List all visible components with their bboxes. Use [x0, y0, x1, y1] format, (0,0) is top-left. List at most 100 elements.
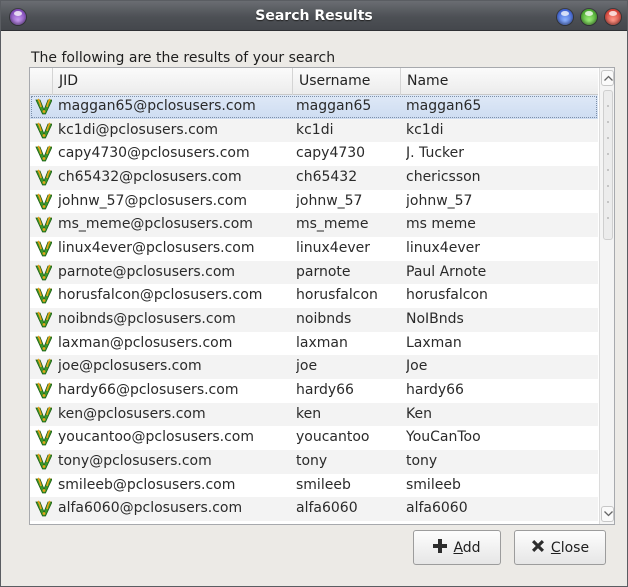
jid-cell: parnote@pclosusers.com	[58, 263, 236, 280]
table-row[interactable]: linux4ever@pclosusers.com linux4ever linux…	[30, 237, 598, 261]
jabber-contact-icon	[34, 142, 52, 166]
table-row[interactable]: maggan65@pclosusers.com maggan65 maggan65	[30, 95, 598, 119]
close-button[interactable]: Close	[514, 530, 606, 565]
jid-cell: smileeb@pclosusers.com	[58, 476, 236, 493]
table-row[interactable]: capy4730@pclosusers.com capy4730 J. Tucker	[30, 142, 598, 166]
name-cell: alfa6060	[406, 500, 468, 517]
name-cell: linux4ever	[406, 239, 480, 256]
jabber-contact-icon	[34, 379, 52, 403]
table-row[interactable]: johnw_57@pclosusers.com johnw_57 johnw_57	[30, 190, 598, 214]
jid-cell: tony@pclosusers.com	[58, 452, 212, 469]
minimize-icon[interactable]	[557, 9, 573, 25]
username-cell: alfa6060	[296, 500, 358, 517]
header-jid[interactable]: JID	[52, 68, 292, 95]
name-cell: Joe	[406, 358, 428, 375]
x-icon	[531, 539, 545, 557]
username-cell: hardy66	[296, 381, 354, 398]
jabber-contact-icon	[34, 474, 52, 498]
add-button[interactable]: Add	[413, 530, 501, 565]
jabber-contact-icon	[34, 190, 52, 214]
jid-cell: maggan65@pclosusers.com	[58, 98, 256, 114]
jabber-contact-icon	[34, 213, 52, 237]
username-cell: noibnds	[296, 310, 352, 327]
table-row[interactable]: kc1di@pclosusers.com kc1di kc1di	[30, 118, 598, 143]
list-header: JID Username Name	[30, 68, 598, 95]
name-cell: Laxman	[406, 334, 462, 351]
username-cell: horusfalcon	[296, 287, 378, 304]
jid-cell: johnw_57@pclosusers.com	[58, 192, 247, 209]
table-row[interactable]: alfa6060@pclosusers.com alfa6060 alfa6060	[30, 497, 598, 521]
name-cell: chericsson	[406, 168, 481, 185]
name-cell: ms meme	[406, 216, 476, 233]
table-row[interactable]: hardy66@pclosusers.com hardy66 hardy66	[30, 379, 598, 403]
table-row[interactable]: noibnds@pclosusers.com noibnds NoIBnds	[30, 307, 598, 332]
list-rows: maggan65@pclosusers.com maggan65 maggan65 k…	[30, 95, 598, 521]
jid-cell: joe@pclosusers.com	[58, 358, 202, 375]
name-cell: Paul Arnote	[406, 263, 487, 280]
jid-cell: noibnds@pclosusers.com	[58, 310, 236, 327]
name-cell: YouCanToo	[406, 429, 481, 446]
plus-icon	[433, 538, 448, 557]
table-row[interactable]: horusfalcon@pclosusers.com horusfalcon hor…	[30, 284, 598, 308]
maximize-icon[interactable]	[581, 9, 597, 25]
name-cell: NoIBnds	[406, 310, 464, 327]
name-cell: horusfalcon	[406, 287, 488, 304]
jid-cell: capy4730@pclosusers.com	[58, 145, 250, 162]
title-bar[interactable]: Search Results	[1, 1, 627, 31]
jid-cell: kc1di@pclosusers.com	[58, 121, 219, 138]
jid-cell: hardy66@pclosusers.com	[58, 381, 239, 398]
close-icon[interactable]	[605, 9, 621, 25]
jid-cell: ms_meme@pclosusers.com	[58, 216, 253, 233]
name-cell: tony	[406, 452, 438, 469]
table-row[interactable]: laxman@pclosusers.com laxman Laxman	[30, 332, 598, 356]
scroll-down-button[interactable]	[601, 506, 614, 522]
header-name[interactable]: Name	[400, 68, 598, 95]
username-cell: ms_meme	[296, 216, 369, 233]
jid-cell: linux4ever@pclosusers.com	[58, 239, 255, 256]
jid-cell: ken@pclosusers.com	[58, 405, 206, 422]
name-cell: maggan65	[406, 98, 482, 114]
jabber-contact-icon	[34, 450, 52, 474]
jid-cell: laxman@pclosusers.com	[58, 334, 233, 351]
name-cell: Ken	[406, 405, 432, 422]
table-row[interactable]: ch65432@pclosusers.com ch65432 chericsson	[30, 165, 598, 190]
name-cell: johnw_57	[406, 192, 473, 209]
username-cell: joe	[296, 358, 318, 375]
username-cell: laxman	[296, 334, 348, 351]
vertical-scrollbar[interactable]	[599, 68, 614, 524]
header-icon-column[interactable]	[30, 68, 52, 95]
username-cell: ch65432	[296, 168, 358, 185]
username-cell: linux4ever	[296, 239, 370, 256]
table-row[interactable]: ken@pclosusers.com ken Ken	[30, 402, 598, 427]
table-row[interactable]: ms_meme@pclosusers.com ms_meme ms meme	[30, 213, 598, 237]
results-caption: The following are the results of your se…	[31, 50, 336, 66]
jid-cell: alfa6060@pclosusers.com	[58, 500, 243, 517]
jabber-contact-icon	[34, 261, 52, 285]
table-row[interactable]: smileeb@pclosusers.com smileeb smileeb	[30, 474, 598, 498]
username-cell: kc1di	[296, 121, 334, 138]
results-list[interactable]: JID Username Name maggan65@pclosusers.co…	[29, 67, 615, 525]
name-cell: kc1di	[406, 121, 444, 138]
table-row[interactable]: parnote@pclosusers.com parnote Paul Arnote	[30, 260, 598, 285]
table-row[interactable]: youcantoo@pclosusers.com youcantoo YouCanT…	[30, 426, 598, 450]
jid-cell: youcantoo@pclosusers.com	[58, 429, 255, 446]
scroll-thumb[interactable]	[603, 90, 613, 240]
username-cell: smileeb	[296, 476, 351, 493]
jabber-contact-icon	[34, 166, 52, 190]
username-cell: johnw_57	[296, 192, 363, 209]
add-button-label: Add	[453, 539, 481, 556]
jid-cell: horusfalcon@pclosusers.com	[58, 287, 263, 304]
jabber-contact-icon	[34, 332, 52, 356]
jabber-contact-icon	[34, 284, 52, 308]
jabber-contact-icon	[34, 497, 52, 521]
username-cell: ken	[296, 405, 322, 422]
jabber-contact-icon	[34, 119, 52, 143]
search-results-window: Search Results The following are the res…	[0, 0, 628, 587]
header-username[interactable]: Username	[292, 68, 400, 95]
table-row[interactable]: tony@pclosusers.com tony tony	[30, 449, 598, 474]
close-button-label: Close	[550, 539, 590, 556]
table-row[interactable]: joe@pclosusers.com joe Joe	[30, 355, 598, 379]
scroll-up-button[interactable]	[601, 70, 614, 86]
jabber-contact-icon	[34, 95, 52, 119]
username-cell: parnote	[296, 263, 351, 280]
